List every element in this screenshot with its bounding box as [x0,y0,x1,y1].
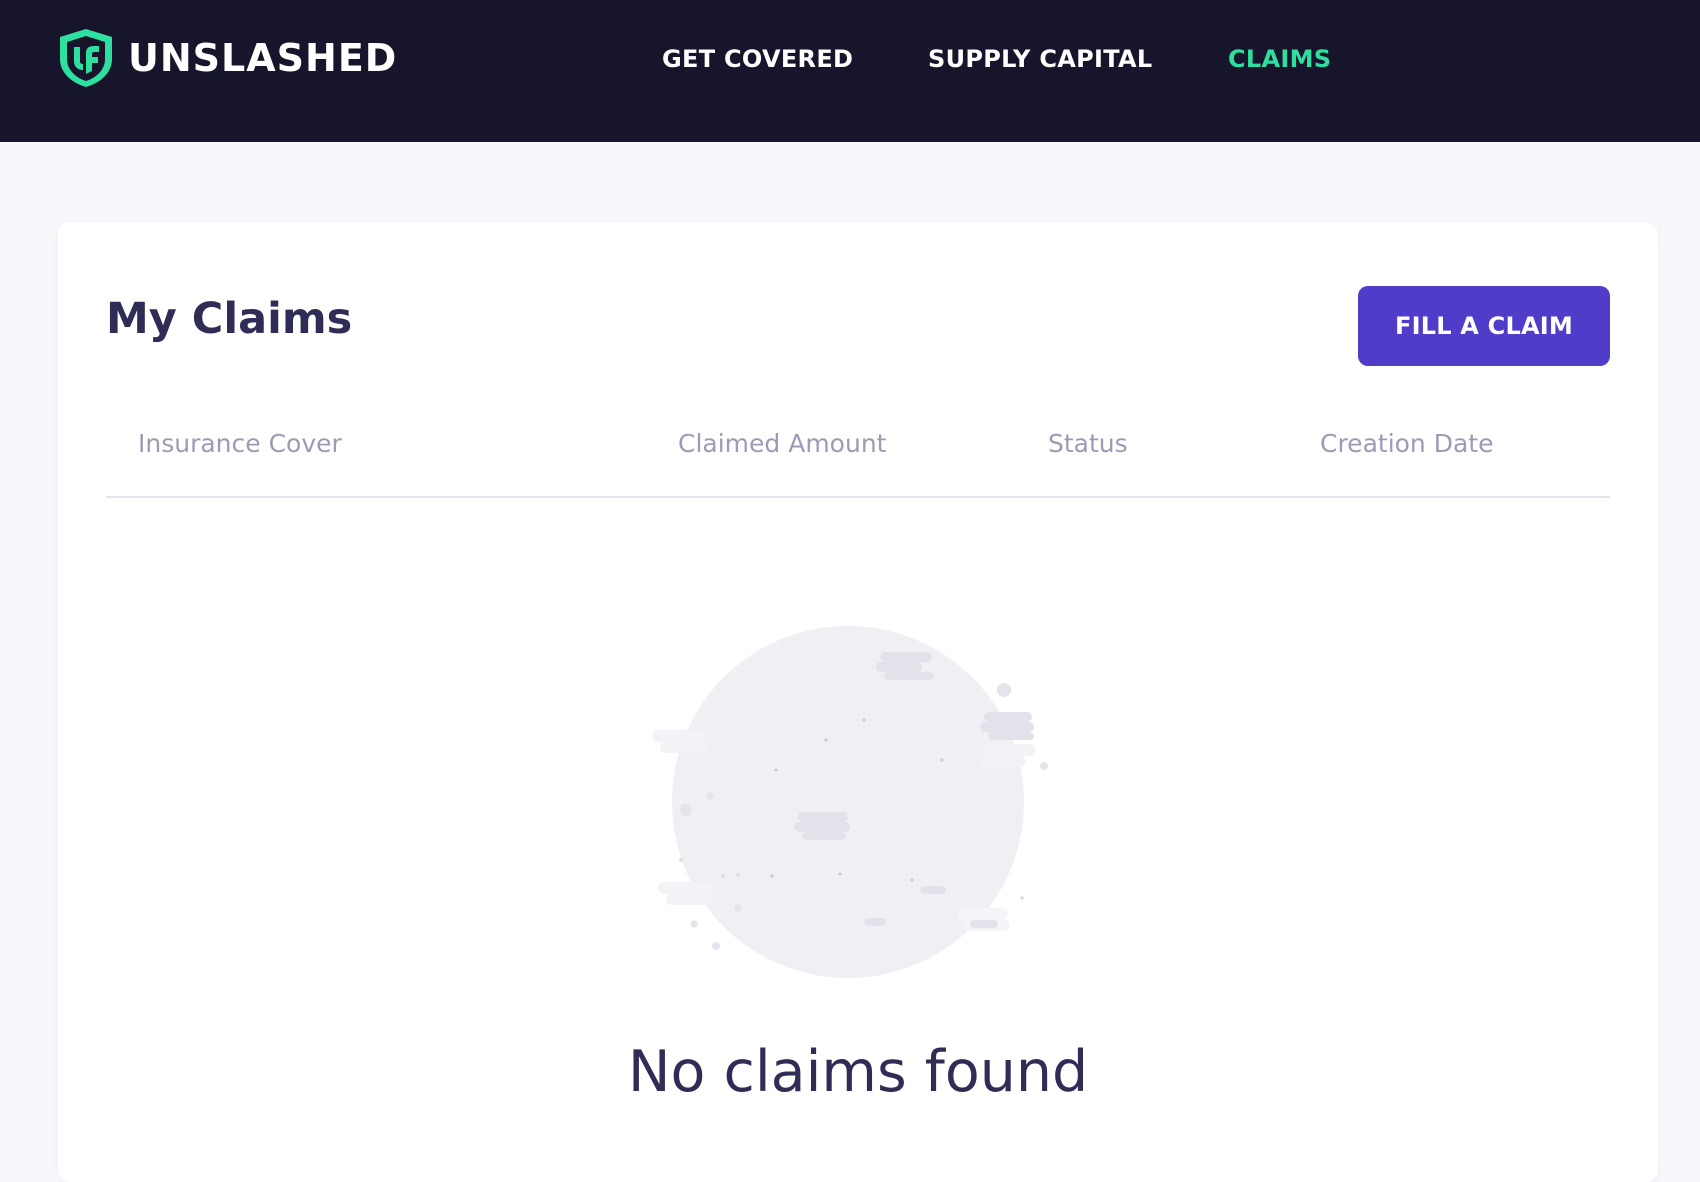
claims-table-header: Insurance Cover Claimed Amount Status Cr… [106,418,1610,498]
page-title: My Claims [106,294,353,344]
column-header-status: Status [1048,429,1128,458]
top-navigation-bar: UNSLASHED GET COVERED SUPPLY CAPITAL CLA… [0,0,1700,142]
fill-a-claim-button[interactable]: FILL A CLAIM [1358,286,1610,366]
nav-get-covered[interactable]: GET COVERED [662,40,853,78]
main-nav: GET COVERED SUPPLY CAPITAL CLAIMS [0,40,1700,78]
nav-supply-capital[interactable]: SUPPLY CAPITAL [928,40,1153,78]
column-header-claimed-amount: Claimed Amount [678,429,887,458]
empty-moon-illustration-icon [652,626,1048,978]
empty-state-message: No claims found [627,1039,1089,1105]
claims-card: My Claims FILL A CLAIM Insurance Cover C… [58,222,1658,1182]
nav-claims[interactable]: CLAIMS [1228,40,1331,78]
column-header-insurance-cover: Insurance Cover [138,429,342,458]
column-header-creation-date: Creation Date [1320,429,1494,458]
